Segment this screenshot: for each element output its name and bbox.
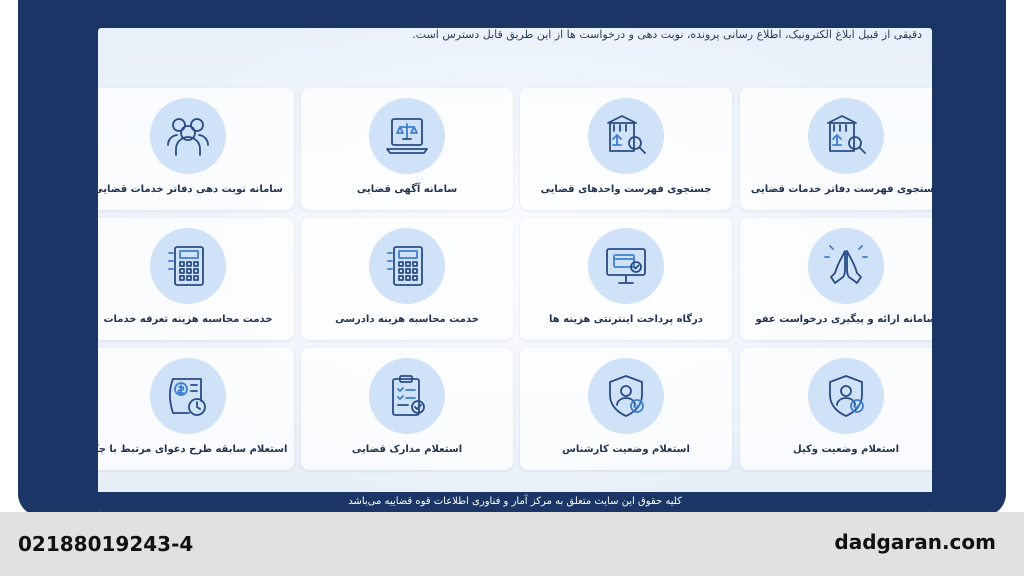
service-card-online-payment[interactable]: درگاه پرداخت اینترنتی هزینه ها: [520, 218, 732, 340]
service-label: جستجوی فهرست واحدهای قضایی: [540, 184, 712, 195]
website-screen: دقیقی از قبیل ابلاغ الکترونیک، اطلاع رسا…: [98, 28, 932, 512]
service-card-tariff-cost[interactable]: خدمت محاسبه هزینه تعرفه خدمات: [98, 218, 294, 340]
service-label: استعلام مدارک قضایی: [351, 444, 463, 455]
shield-person-icon: [588, 358, 664, 434]
phone-number: 02188019243-4: [18, 532, 194, 556]
service-card-lawyer-status[interactable]: استعلام وضعیت وکیل: [740, 348, 932, 470]
service-label: درگاه پرداخت اینترنتی هزینه ها: [549, 314, 703, 325]
people-group-icon: [150, 98, 226, 174]
contact-banner: 02188019243-4 dadgaran.com: [0, 512, 1024, 576]
clipboard-check-icon: [369, 358, 445, 434]
service-card-pardon-request[interactable]: سامانه ارائه و پیگیری درخواست عفو: [740, 218, 932, 340]
praying-hands-icon: [808, 228, 884, 304]
building-search-icon: [588, 98, 664, 174]
service-card-judicial-documents[interactable]: استعلام مدارک قضایی: [301, 348, 513, 470]
service-label: استعلام وضعیت کارشناس: [562, 444, 690, 455]
shield-person-icon: [808, 358, 884, 434]
service-label: استعلام سابقه طرح دعوای مرتبط با چک: [98, 444, 288, 455]
service-card-judicial-units-search[interactable]: جستجوی فهرست واحدهای قضایی: [520, 88, 732, 210]
service-card-appointment-system[interactable]: سامانه نوبت دهی دفاتر خدمات قضایی: [98, 88, 294, 210]
service-label: استعلام وضعیت وکیل: [792, 444, 900, 455]
service-label: سامانه آگهی قضایی: [356, 184, 458, 195]
building-search-icon: [808, 98, 884, 174]
service-card-litigation-cost[interactable]: خدمت محاسبه هزینه دادرسی: [301, 218, 513, 340]
service-card-expert-status[interactable]: استعلام وضعیت کارشناس: [520, 348, 732, 470]
intro-text: دقیقی از قبیل ابلاغ الکترونیک، اطلاع رسا…: [412, 28, 922, 41]
service-label: سامانه نوبت دهی دفاتر خدمات قضایی: [98, 184, 283, 195]
service-card-judicial-offices-search[interactable]: جستجوی فهرست دفاتر خدمات قضایی: [740, 88, 932, 210]
calculator-icon: [369, 228, 445, 304]
service-label: خدمت محاسبه هزینه تعرفه خدمات: [103, 314, 273, 325]
service-card-judicial-ads[interactable]: سامانه آگهی قضایی: [301, 88, 513, 210]
services-grid: جستجوی فهرست دفاتر خدمات قضایی جستجوی فه…: [98, 86, 932, 500]
service-label: سامانه ارائه و پیگیری درخواست عفو: [755, 314, 932, 325]
stage: دقیقی از قبیل ابلاغ الکترونیک، اطلاع رسا…: [0, 0, 1024, 576]
cheque-clock-icon: [150, 358, 226, 434]
monitor-card-icon: [588, 228, 664, 304]
copyright-footer: کلیه حقوق این سایت متعلق به مرکز آمار و …: [98, 492, 932, 512]
service-label: خدمت محاسبه هزینه دادرسی: [335, 314, 479, 325]
service-card-cheque-lawsuit-history[interactable]: استعلام سابقه طرح دعوای مرتبط با چک: [98, 348, 294, 470]
website-name: dadgaran.com: [834, 530, 996, 554]
service-label: جستجوی فهرست دفاتر خدمات قضایی: [750, 184, 932, 195]
calculator-icon: [150, 228, 226, 304]
laptop-scales-icon: [369, 98, 445, 174]
